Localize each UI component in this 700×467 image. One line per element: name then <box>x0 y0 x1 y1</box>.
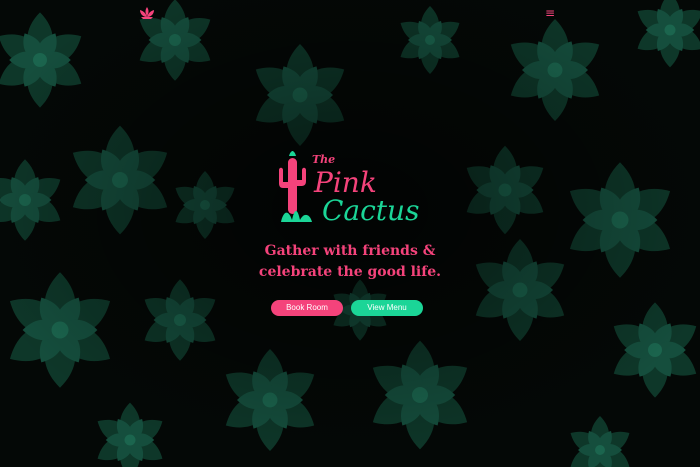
book-room-button[interactable]: Book Room <box>271 300 343 316</box>
hero-tagline: Gather with friends & celebrate the good… <box>240 241 460 283</box>
succulent-background <box>0 0 700 467</box>
logo-word-the: The <box>312 153 335 166</box>
lotus-icon[interactable] <box>138 6 156 20</box>
cactus-icon <box>279 151 312 222</box>
logo-word-cactus: Cactus <box>322 194 419 227</box>
view-menu-button[interactable]: View Menu <box>351 300 423 316</box>
tagline-line-2: celebrate the good life. <box>258 264 442 280</box>
pink-cactus-logo: The Pink Cactus <box>279 151 419 227</box>
tagline-line-1: Gather with friends & <box>264 243 436 259</box>
top-navigation: ≡ <box>0 0 700 28</box>
hero-page: ≡ The Pink Cactus Gather with friends & … <box>0 0 700 467</box>
hamburger-menu-icon[interactable]: ≡ <box>542 5 558 21</box>
